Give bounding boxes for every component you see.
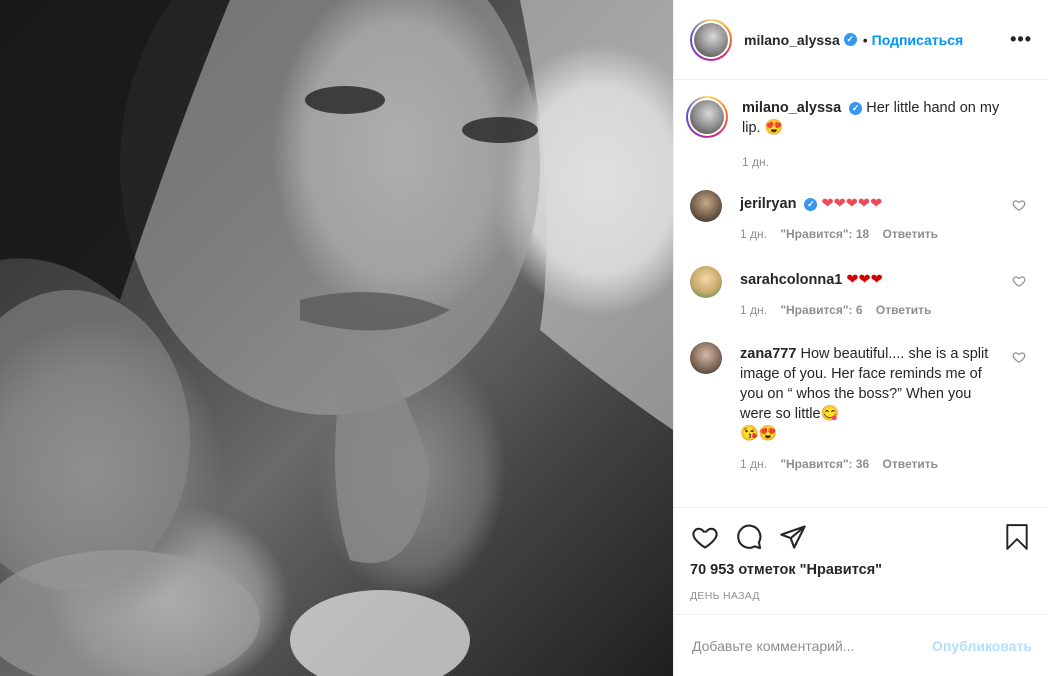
photo-shapes bbox=[0, 0, 673, 676]
post-timestamp[interactable]: ДЕНЬ НАЗАД bbox=[690, 590, 1032, 602]
comment-item: zana777 How beautiful.... she is a split… bbox=[690, 342, 1032, 474]
caption-username[interactable]: milano_alyssa bbox=[742, 100, 841, 116]
comment-item: jerilryan ✓ ❤❤❤❤❤ 1 дн. "Нравится": 18 О… bbox=[690, 190, 1032, 244]
follow-button[interactable]: Подписаться bbox=[872, 32, 964, 48]
author-avatar[interactable] bbox=[690, 18, 732, 61]
comment-input[interactable] bbox=[690, 636, 933, 655]
caption-time[interactable]: 1 дн. bbox=[742, 155, 769, 169]
post-photo[interactable] bbox=[0, 0, 673, 676]
comment-emoji: 😘😍 bbox=[740, 425, 778, 442]
more-options-icon[interactable]: ••• bbox=[1010, 29, 1032, 50]
comment-like-icon[interactable] bbox=[1012, 350, 1026, 364]
verified-badge-icon: ✓ bbox=[849, 101, 863, 115]
comment-icon[interactable] bbox=[734, 522, 764, 552]
commenter-avatar[interactable] bbox=[690, 190, 722, 222]
publish-button[interactable]: Опубликовать bbox=[932, 638, 1032, 654]
comment-like-icon[interactable] bbox=[1012, 198, 1026, 212]
verified-badge-icon: ✓ bbox=[843, 33, 857, 46]
comment-likes[interactable]: "Нравится": 6 bbox=[780, 303, 862, 317]
like-count[interactable]: 70 953 отметок "Нравится" bbox=[690, 562, 1032, 578]
comment-time[interactable]: 1 дн. bbox=[740, 457, 767, 471]
bookmark-icon[interactable] bbox=[1002, 522, 1032, 552]
comment-like-icon[interactable] bbox=[1012, 274, 1026, 288]
share-icon[interactable] bbox=[778, 522, 808, 552]
comment-emoji: 😋 bbox=[820, 405, 840, 422]
author-username[interactable]: milano_alyssa bbox=[744, 32, 840, 48]
comment-username[interactable]: jerilryan bbox=[740, 196, 796, 212]
comment-text: ❤❤❤ bbox=[846, 272, 883, 288]
commenter-avatar[interactable] bbox=[690, 266, 722, 298]
comment-time[interactable]: 1 дн. bbox=[740, 227, 767, 241]
post-actions: 70 953 отметок "Нравится" ДЕНЬ НАЗАД bbox=[674, 507, 1048, 614]
comment-item: sarahcolonna1 ❤❤❤ 1 дн. "Нравится": 6 От… bbox=[690, 266, 1032, 320]
add-comment-bar: Опубликовать bbox=[674, 614, 1048, 676]
reply-button[interactable]: Ответить bbox=[883, 457, 938, 471]
like-icon[interactable] bbox=[690, 522, 720, 552]
comment-username[interactable]: zana777 bbox=[740, 346, 796, 362]
post-header: milano_alyssa ✓ • Подписаться ••• bbox=[674, 0, 1048, 80]
verified-badge-icon: ✓ bbox=[804, 197, 818, 211]
comment-username[interactable]: sarahcolonna1 bbox=[740, 272, 842, 288]
caption: milano_alyssa ✓ Her little hand on my li… bbox=[686, 96, 1032, 172]
reply-button[interactable]: Ответить bbox=[876, 303, 931, 317]
comments-list[interactable]: milano_alyssa ✓ Her little hand on my li… bbox=[674, 80, 1048, 507]
comment-likes[interactable]: "Нравится": 18 bbox=[780, 227, 869, 241]
reply-button[interactable]: Ответить bbox=[883, 227, 938, 241]
comment-likes[interactable]: "Нравится": 36 bbox=[780, 457, 869, 471]
separator-dot: • bbox=[862, 31, 868, 48]
caption-emoji: 😍 bbox=[764, 119, 784, 136]
comment-time[interactable]: 1 дн. bbox=[740, 303, 767, 317]
comment-text: ❤❤❤❤❤ bbox=[821, 196, 883, 212]
caption-avatar[interactable] bbox=[686, 96, 728, 138]
post-side-panel: milano_alyssa ✓ • Подписаться ••• milano… bbox=[673, 0, 1048, 676]
commenter-avatar[interactable] bbox=[690, 342, 722, 374]
